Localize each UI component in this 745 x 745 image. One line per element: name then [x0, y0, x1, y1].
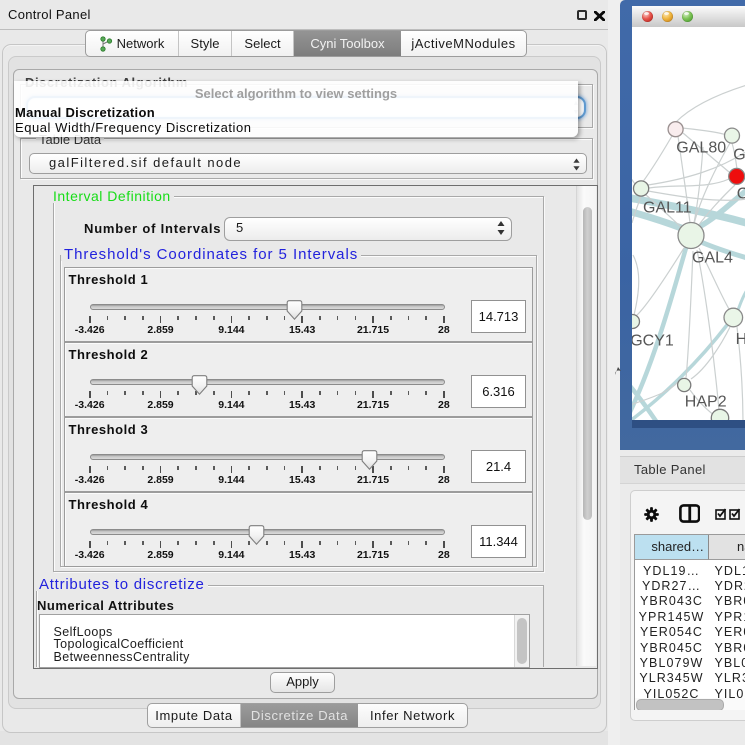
- svg-text:C: C: [737, 186, 745, 203]
- svg-text:H: H: [736, 331, 745, 348]
- svg-text:G.: G.: [733, 147, 745, 164]
- svg-text:GAL11: GAL11: [643, 200, 692, 217]
- svg-text:GAL80: GAL80: [676, 140, 726, 157]
- svg-text:HAP2: HAP2: [685, 394, 727, 411]
- svg-text:GCY1: GCY1: [632, 333, 674, 350]
- svg-text:GAL4: GAL4: [692, 250, 733, 267]
